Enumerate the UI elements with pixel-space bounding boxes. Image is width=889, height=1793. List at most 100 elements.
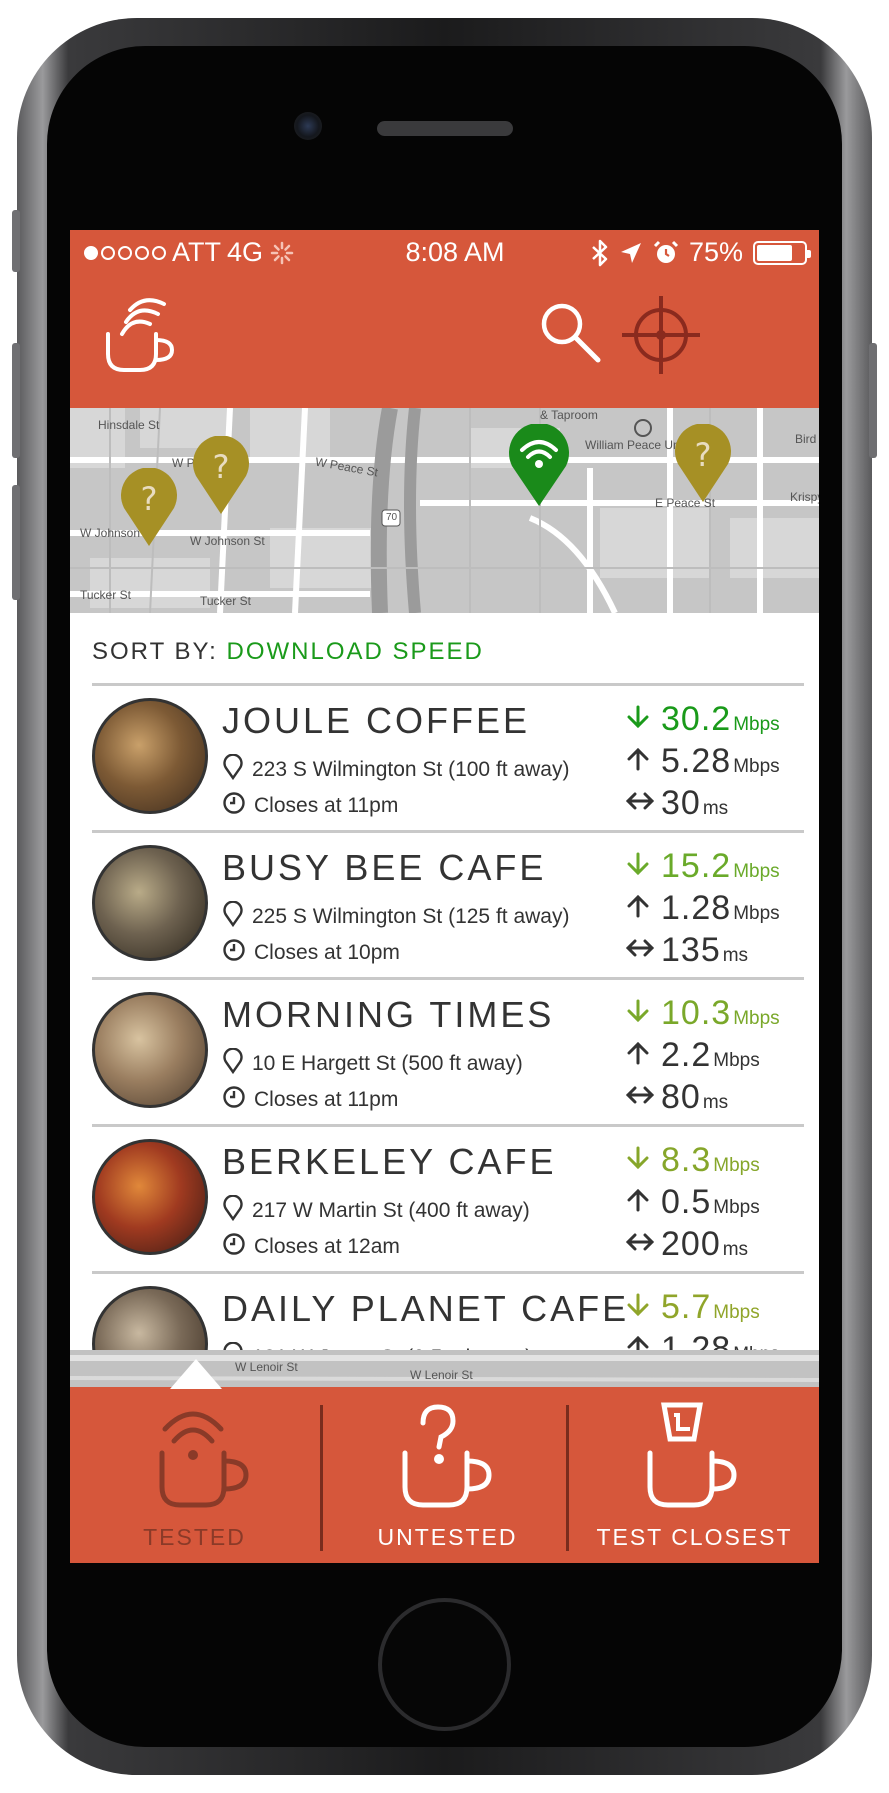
tab-untested[interactable]: UNTESTED [323,1387,572,1563]
upload-value: 2.2 [661,1036,712,1074]
map-street-label: W Johnson St [190,534,265,548]
download-unit: Mbps [713,1155,760,1176]
ping-value: 80 [661,1078,701,1116]
earpiece-speaker [377,121,513,136]
map-poi-label: & Taproom [540,408,598,422]
cafe-photo [92,698,208,814]
cafe-list-item[interactable]: BUSY BEE CAFE 225 S Wilmington St (125 ft… [92,830,804,977]
download-speed: 30.2 Mbps [625,700,804,742]
cafe-list-item[interactable]: BERKELEY CAFE 217 W Martin St (400 ft awa… [92,1124,804,1271]
power-button [869,343,877,458]
highway-shield-label: 70 [386,512,398,523]
search-icon[interactable] [538,300,604,366]
crosshair-icon[interactable] [620,294,702,376]
question-coffee-cup-icon [402,1404,492,1508]
map-view[interactable]: Hinsdale St W Peace St W Peace St W John… [70,408,819,613]
ping-arrow-icon [625,1229,655,1260]
ping-arrow-icon [625,1082,655,1113]
app-screen: ATT 4G 8:08 AM 75% Hinsdale St W W Peace… [70,230,819,1563]
ping-time: 135 ms [625,931,804,973]
clock-icon [222,1232,246,1262]
cafe-name: MORNING TIMES [222,994,555,1035]
speedtest-coffee-cup-icon [647,1402,737,1508]
ping-unit: ms [702,798,729,819]
speed-stats: 30.2 Mbps 5.28 Mbps 30 ms [625,700,804,826]
tab-tested[interactable]: TESTED [70,1387,319,1563]
ping-arrow-icon [625,788,655,819]
download-value: 8.3 [661,1141,712,1179]
cafe-list-item[interactable]: JOULE COFFEE 223 S Wilmington St (100 ft … [92,683,804,830]
cafe-address: 10 E Hargett St (500 ft away) [222,1047,523,1080]
upload-arrow-icon [625,746,653,777]
map-street-label: W Lenoir St [235,1360,298,1374]
upload-speed: 5.28 Mbps [625,742,804,784]
upload-value: 5.28 [661,742,732,780]
cafe-name: DAILY PLANET CAFE [222,1288,630,1329]
upload-arrow-icon [625,1187,653,1218]
home-button[interactable] [378,1598,511,1731]
volume-up-button [12,343,20,458]
ping-unit: ms [722,1239,749,1260]
ping-time: 30 ms [625,784,804,826]
speed-stats: 10.3 Mbps 2.2 Mbps 80 ms [625,994,804,1120]
download-unit: Mbps [733,861,780,882]
status-right: 75% [591,237,811,268]
download-unit: Mbps [733,1008,780,1029]
ping-time: 200 ms [625,1225,804,1267]
cafe-photo [92,845,208,961]
cafe-hours: Closes at 11pm [222,1085,398,1115]
untested-cafe-pin[interactable]: ? [116,468,182,548]
cafe-hours: Closes at 12am [222,1232,400,1262]
volume-down-button [12,485,20,600]
cafe-address-text: 223 S Wilmington St (100 ft away) [252,758,570,781]
ping-arrow-icon [625,935,655,966]
cafe-address: 223 S Wilmington St (100 ft away) [222,753,570,786]
tab-test-closest-label: TEST CLOSEST [596,1524,793,1550]
network-label: 4G [227,237,264,267]
cafe-hours: Closes at 11pm [222,791,398,821]
download-value: 10.3 [661,994,732,1032]
alarm-icon [653,240,679,263]
cafe-hours-text: Closes at 11pm [254,1088,399,1111]
status-left: ATT 4G [84,237,295,268]
untested-cafe-pin[interactable]: ? [670,424,736,504]
ping-unit: ms [702,1092,729,1113]
download-arrow-icon [625,851,653,882]
upload-speed: 2.2 Mbps [625,1036,804,1078]
download-arrow-icon [625,1292,653,1323]
cafe-hours-text: Closes at 11pm [254,794,399,817]
ping-unit: ms [722,945,749,966]
untested-cafe-pin[interactable]: ? [188,436,254,516]
app-header [70,276,819,408]
upload-unit: Mbps [713,1197,760,1218]
map-poi-label: Krispy [790,490,819,504]
svg-text:?: ? [213,448,230,486]
upload-arrow-icon [625,893,653,924]
battery-fill [757,244,792,261]
ping-value: 30 [661,784,701,822]
download-arrow-icon [625,1145,653,1176]
download-unit: Mbps [733,714,780,735]
cafe-address-text: 217 W Martin St (400 ft away) [252,1199,530,1222]
cafe-photo [92,992,208,1108]
download-unit: Mbps [713,1302,760,1323]
sort-value[interactable]: DOWNLOAD SPEED [227,638,484,665]
map-street-label: Tucker St [80,588,131,602]
upload-unit: Mbps [713,1050,760,1071]
sort-control[interactable]: SORT BY: DOWNLOAD SPEED [92,638,484,666]
sort-label: SORT BY: [92,638,218,665]
upload-value: 1.28 [661,889,732,927]
wifi-coffee-cup-icon[interactable] [100,294,182,376]
battery-percent: 75% [688,237,743,267]
download-speed: 15.2 Mbps [625,847,804,889]
tested-cafe-pin[interactable] [504,424,574,508]
location-arrow-icon [620,242,641,263]
speed-stats: 8.3 Mbps 0.5 Mbps 200 ms [625,1141,804,1267]
download-arrow-icon [625,704,653,735]
cafe-hours: Closes at 10pm [222,938,400,968]
location-pin-icon [222,753,244,786]
tab-test-closest[interactable]: TEST CLOSEST [570,1387,819,1563]
cafe-address-text: 10 E Hargett St (500 ft away) [252,1052,523,1075]
cafe-list-item[interactable]: MORNING TIMES 10 E Hargett St (500 ft awa… [92,977,804,1124]
cafe-list[interactable]: JOULE COFFEE 223 S Wilmington St (100 ft … [92,683,804,1378]
